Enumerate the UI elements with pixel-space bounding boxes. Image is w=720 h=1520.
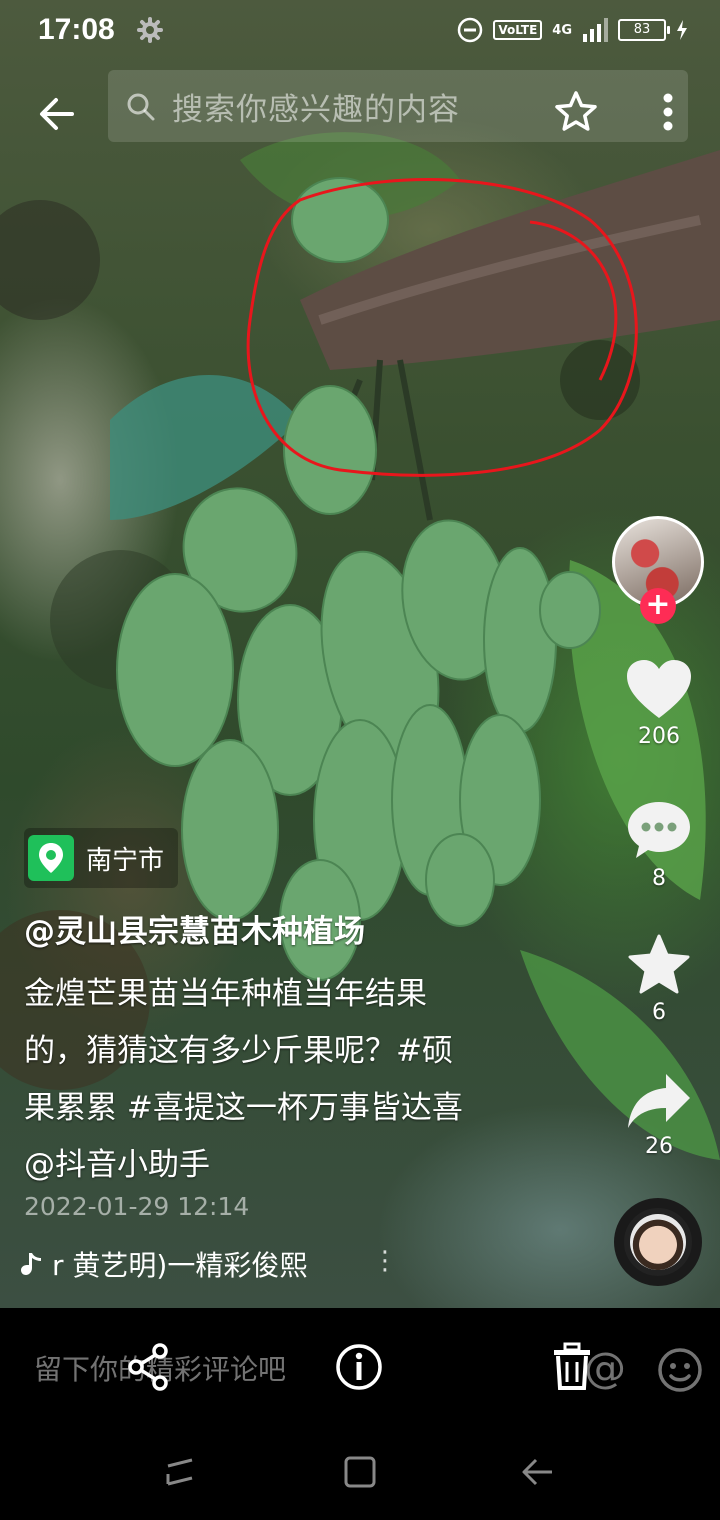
settings-gear-icon — [136, 17, 163, 43]
like-count: 206 — [638, 724, 680, 749]
music-disc[interactable] — [614, 1198, 702, 1286]
music-note-icon — [21, 1253, 41, 1275]
comment-button[interactable]: 8 — [610, 800, 708, 891]
comment-bubble-icon — [628, 802, 690, 858]
music-title: r 黄艺明)一精彩俊熙 — [52, 1249, 308, 1282]
back-arrow-icon[interactable] — [34, 90, 82, 138]
music-cover-avatar — [630, 1214, 686, 1270]
home-square-icon[interactable] — [342, 1454, 378, 1490]
heart-icon — [627, 660, 691, 718]
music-info[interactable]: r 黄艺明)一精彩俊熙 — [20, 1244, 307, 1284]
search-bar[interactable]: 搜索你感兴趣的内容 — [108, 70, 688, 142]
location-name: 南宁市 — [86, 845, 165, 876]
system-back-icon[interactable] — [520, 1454, 556, 1490]
charging-bolt-icon — [677, 20, 687, 40]
comment-count: 8 — [652, 866, 666, 891]
collect-star-icon — [628, 934, 690, 994]
system-nav-bar — [0, 1428, 720, 1520]
location-pin-icon — [28, 835, 74, 881]
more-options-icon[interactable] — [650, 88, 686, 136]
location-tag[interactable]: 南宁市 — [24, 828, 179, 888]
share-arrow-icon — [628, 1074, 690, 1128]
do-not-disturb-icon — [458, 17, 483, 43]
battery-indicator: 83 — [618, 19, 670, 41]
author-name[interactable]: @灵山县宗慧苗木种植场 — [24, 906, 365, 951]
search-input[interactable]: 搜索你感兴趣的内容 — [172, 84, 460, 129]
signal-icon — [583, 18, 608, 42]
follow-button[interactable]: + — [640, 588, 676, 624]
share-nodes-icon[interactable] — [124, 1342, 172, 1392]
comment-bar: 留下你的精彩评论吧 @ — [0, 1308, 720, 1428]
emoji-icon[interactable] — [656, 1346, 704, 1394]
info-icon[interactable] — [334, 1342, 384, 1392]
like-button[interactable]: 206 — [610, 658, 708, 749]
status-bar: 17:08 VoLTE 4G 83 — [0, 0, 720, 60]
network-type: 4G — [552, 22, 572, 38]
search-icon — [127, 93, 155, 121]
caption-line: 金煌芒果苗当年种植当年结果 — [24, 976, 427, 1012]
share-count: 26 — [645, 1134, 673, 1159]
volte-badge: VoLTE — [493, 20, 543, 40]
status-time: 17:08 — [38, 13, 115, 46]
video-caption: 金煌芒果苗当年种植当年结果 的，猜猜这有多少斤果呢？#硕 果累累 #喜提这一杯万… — [24, 966, 524, 1194]
music-more-icon[interactable]: ⋮ — [372, 1246, 398, 1276]
caption-line: 果累累 #喜提这一杯万事皆达喜 — [24, 1090, 463, 1126]
share-button[interactable]: 26 — [610, 1072, 708, 1159]
caption-line: @抖音小助手 — [24, 1147, 210, 1183]
caption-line: 的，猜猜这有多少斤果呢？#硕 — [24, 1033, 453, 1069]
post-date: 2022-01-29 12:14 — [24, 1192, 250, 1221]
top-bar: 搜索你感兴趣的内容 — [0, 70, 720, 160]
collect-count: 6 — [652, 1000, 666, 1025]
recent-apps-icon[interactable] — [162, 1454, 198, 1490]
mention-at-button[interactable]: @ — [584, 1347, 626, 1389]
favorite-star-icon[interactable] — [552, 88, 600, 136]
collect-button[interactable]: 6 — [610, 934, 708, 1025]
